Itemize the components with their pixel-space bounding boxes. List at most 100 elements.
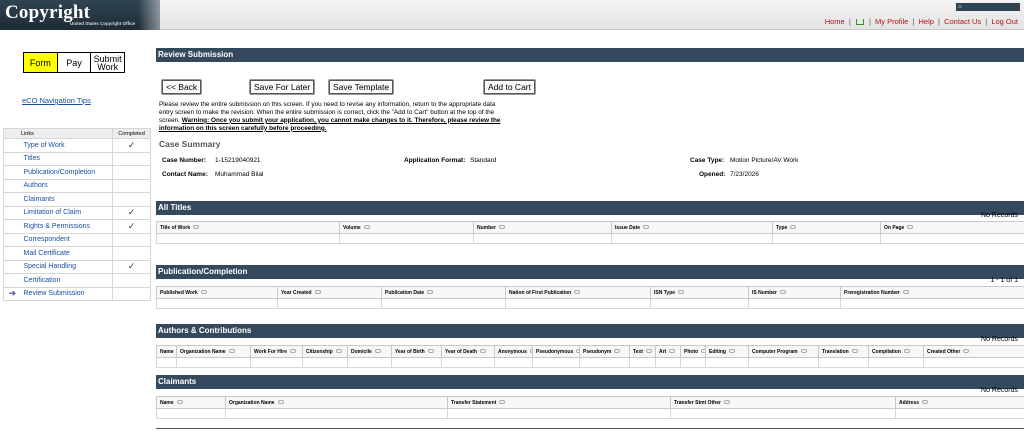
column-header[interactable]: Translation [818, 345, 869, 358]
column-header[interactable]: Preregistration Number [840, 286, 1024, 299]
sidebar-item[interactable]: Publication/Completion [3, 165, 151, 180]
column-header[interactable]: Compilation [868, 345, 924, 358]
sort-icon[interactable] [363, 225, 370, 230]
sidebar-item[interactable]: Limitation of Claim ✓ [3, 205, 151, 220]
sort-icon[interactable] [701, 349, 705, 354]
column-header[interactable]: IS Number [748, 286, 841, 299]
back-button[interactable]: << Back [162, 80, 202, 94]
column-header[interactable]: Citizenship [302, 345, 348, 358]
column-header[interactable]: Pseudonymous [532, 345, 580, 358]
column-header[interactable]: On Page [880, 221, 1024, 234]
column-header[interactable]: Work For Hire [250, 345, 303, 358]
sort-icon[interactable] [277, 400, 284, 405]
sort-icon[interactable] [790, 225, 797, 230]
sort-icon[interactable] [780, 290, 787, 295]
sort-icon[interactable] [728, 349, 735, 354]
sidebar-item[interactable]: Correspondent [3, 232, 151, 247]
sort-icon[interactable] [499, 400, 506, 405]
column-header[interactable]: Created Other [923, 345, 1024, 358]
sort-icon[interactable] [907, 225, 914, 230]
sort-icon[interactable] [643, 225, 650, 230]
nav-log-out-link[interactable]: Log Out [991, 17, 1018, 26]
column-header[interactable]: Year of Death [441, 345, 495, 358]
column-header[interactable]: Publication Date [381, 286, 506, 299]
column-header[interactable]: Editing [705, 345, 749, 358]
column-header[interactable]: Name [156, 396, 226, 409]
column-header[interactable]: Transfer Stmt Other [670, 396, 896, 409]
sort-icon[interactable] [723, 400, 730, 405]
column-header[interactable]: Text [629, 345, 656, 358]
sort-icon[interactable] [193, 225, 200, 230]
sort-icon[interactable] [922, 400, 929, 405]
tab-pay[interactable]: Pay [57, 53, 92, 72]
sort-icon[interactable] [903, 349, 910, 354]
sort-icon[interactable] [200, 290, 207, 295]
column-header[interactable]: Domicile [347, 345, 392, 358]
column-header[interactable]: Volume [339, 221, 474, 234]
sort-icon[interactable] [851, 349, 858, 354]
nav-home-link[interactable]: Home [825, 17, 845, 26]
nav-contact-us-link[interactable]: Contact Us [944, 17, 981, 26]
sort-icon[interactable] [314, 290, 321, 295]
cart-icon[interactable] [855, 19, 864, 26]
sidebar-item-label[interactable]: Certification [20, 273, 113, 288]
eco-navigation-tips-link[interactable]: eCO Navigation Tips [22, 96, 91, 105]
column-header[interactable]: Pseudonym [579, 345, 630, 358]
sidebar-item-label[interactable]: Limitation of Claim [20, 205, 113, 220]
column-header[interactable]: Nation of First Publication [505, 286, 651, 299]
sort-icon[interactable] [479, 349, 486, 354]
sort-icon[interactable] [645, 349, 652, 354]
sort-icon[interactable] [669, 349, 676, 354]
sidebar-item-label[interactable]: Titles [20, 151, 113, 166]
column-header[interactable]: Art [655, 345, 681, 358]
save-for-later-button[interactable]: Save For Later [250, 80, 315, 94]
sidebar-item-label[interactable]: Authors [20, 178, 113, 193]
sort-icon[interactable] [427, 349, 434, 354]
sidebar-item-label[interactable]: Claimants [20, 192, 113, 207]
sort-icon[interactable] [176, 400, 183, 405]
column-header[interactable]: Title of Work [156, 221, 340, 234]
sort-icon[interactable] [614, 349, 621, 354]
sort-icon[interactable] [574, 290, 581, 295]
column-header[interactable]: Published Work [156, 286, 278, 299]
column-header[interactable]: Photo [680, 345, 706, 358]
column-header[interactable]: Number [473, 221, 612, 234]
sort-icon[interactable] [678, 290, 685, 295]
sort-icon[interactable] [289, 349, 296, 354]
column-header[interactable]: Name [156, 345, 177, 358]
column-header[interactable]: Type [772, 221, 881, 234]
column-header[interactable]: Anonymous [494, 345, 533, 358]
sort-icon[interactable] [427, 290, 434, 295]
save-template-button[interactable]: Save Template [329, 80, 394, 94]
sort-icon[interactable] [498, 225, 505, 230]
nav-my-profile-link[interactable]: My Profile [875, 17, 908, 26]
column-header[interactable]: Issue Date [611, 221, 773, 234]
sidebar-item[interactable]: Authors [3, 178, 151, 193]
sort-icon[interactable] [335, 349, 342, 354]
sidebar-item-label[interactable]: Correspondent [20, 232, 113, 247]
sidebar-item-label[interactable]: Review Submission [20, 286, 113, 301]
column-header[interactable]: ISN Type [650, 286, 749, 299]
sidebar-item-label[interactable]: Rights & Permissions [20, 219, 113, 234]
sidebar-item[interactable]: Titles [3, 151, 151, 166]
column-header[interactable]: Organization Name [176, 345, 251, 358]
sidebar-item-label[interactable]: Mail Certificate [20, 246, 113, 261]
sort-icon[interactable] [228, 349, 235, 354]
sidebar-item[interactable]: Type of Work ✓ [3, 138, 151, 153]
column-header[interactable]: Organization Name [225, 396, 448, 409]
sidebar-item[interactable]: Rights & Permissions ✓ [3, 219, 151, 234]
tab-submit-work[interactable]: Submit Work [91, 53, 125, 72]
sort-icon[interactable] [800, 349, 807, 354]
sort-icon[interactable] [963, 349, 970, 354]
copyright-logo[interactable]: Copyright United States Copyright Office [0, 0, 160, 30]
sort-icon[interactable] [902, 290, 909, 295]
sidebar-item-label[interactable]: Type of Work [20, 138, 113, 153]
nav-help-link[interactable]: Help [918, 17, 933, 26]
column-header[interactable]: Year Created [277, 286, 382, 299]
sidebar-item-label[interactable]: Special Handling [20, 259, 113, 274]
sidebar-item[interactable]: Mail Certificate [3, 246, 151, 261]
sidebar-item[interactable]: Claimants [3, 192, 151, 207]
tab-form[interactable]: Form [24, 53, 58, 72]
column-header[interactable]: Transfer Statement [447, 396, 671, 409]
sidebar-item-label[interactable]: Publication/Completion [20, 165, 113, 180]
